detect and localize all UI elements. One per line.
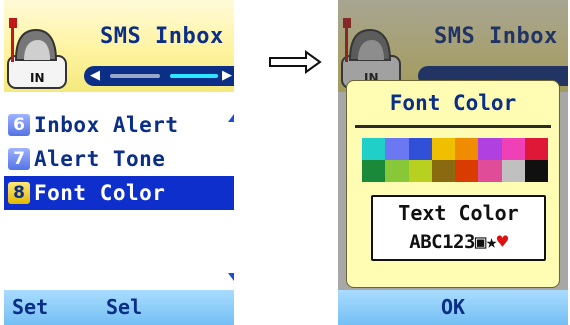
color-swatch[interactable]: [431, 138, 455, 160]
menu-item-alert-tone[interactable]: 7 Alert Tone: [4, 142, 234, 176]
color-swatch[interactable]: [524, 138, 548, 160]
screen-header: IN SMS Inbox ◀ ▶: [4, 0, 234, 92]
color-swatch[interactable]: [362, 138, 386, 160]
softkey-bar: Set Sel: [4, 290, 234, 325]
menu-item-inbox-alert[interactable]: 6 Inbox Alert: [4, 108, 234, 142]
set-softkey[interactable]: Set: [12, 295, 48, 319]
color-swatch[interactable]: [385, 138, 409, 160]
preview-sample-text: ABC123: [409, 231, 475, 253]
menu-number-badge: 6: [8, 114, 30, 136]
dialog-divider: [355, 125, 551, 128]
menu-number-badge: 7: [8, 148, 30, 170]
square-icon: ▣: [474, 231, 486, 253]
menu-number-badge: 8: [8, 182, 30, 204]
color-swatch[interactable]: [524, 160, 548, 182]
menu-item-label: Inbox Alert: [34, 113, 179, 137]
color-swatch[interactable]: [478, 138, 502, 160]
softkey-bar: OK: [338, 290, 568, 325]
tab-right-arrow-icon[interactable]: ▶: [222, 68, 232, 83]
color-swatch[interactable]: [362, 160, 386, 182]
page-title: SMS Inbox: [100, 24, 224, 49]
heart-icon: ♥: [496, 231, 508, 253]
color-swatch[interactable]: [431, 160, 455, 182]
sms-inbox-settings-screen: IN SMS Inbox ◀ ▶ 6 Inbox Alert 7 Alert T…: [4, 0, 234, 325]
star-icon: ★: [485, 231, 497, 253]
tab-indicator-active: [170, 74, 218, 78]
color-swatch[interactable]: [501, 160, 525, 182]
color-swatch[interactable]: [408, 138, 432, 160]
inbox-icon-label: IN: [30, 71, 45, 85]
menu-item-label: Alert Tone: [34, 147, 166, 171]
font-color-dialog-screen: IN SMS Inbox Font Color Text Color ABC12…: [338, 0, 568, 325]
menu-item-label: Font Color: [34, 181, 166, 205]
color-palette: [362, 138, 548, 182]
color-swatch[interactable]: [455, 160, 479, 182]
inbox-mailbox-icon: IN: [7, 18, 67, 89]
preview-title: Text Color: [398, 201, 519, 225]
right-arrow-icon: [269, 50, 322, 74]
menu-item-font-color[interactable]: 8 Font Color: [4, 176, 234, 210]
dialog-title: Font Color: [389, 91, 517, 115]
preview-sample: ABC123▣★♥: [373, 231, 544, 253]
text-color-preview: Text Color ABC123▣★♥: [371, 195, 546, 261]
tab-left-arrow-icon[interactable]: ◀: [90, 68, 100, 83]
color-swatch[interactable]: [385, 160, 409, 182]
ok-softkey[interactable]: OK: [338, 295, 568, 319]
tab-indicator-inactive: [110, 74, 160, 78]
select-softkey[interactable]: Sel: [106, 295, 142, 319]
color-swatch[interactable]: [478, 160, 502, 182]
color-swatch[interactable]: [408, 160, 432, 182]
scroll-down-arrow-icon[interactable]: [228, 273, 234, 281]
color-swatch[interactable]: [501, 138, 525, 160]
font-color-dialog: Font Color Text Color ABC123▣★♥: [346, 80, 560, 288]
tab-navigation-strip[interactable]: ◀ ▶: [84, 66, 234, 86]
color-swatch[interactable]: [455, 138, 479, 160]
